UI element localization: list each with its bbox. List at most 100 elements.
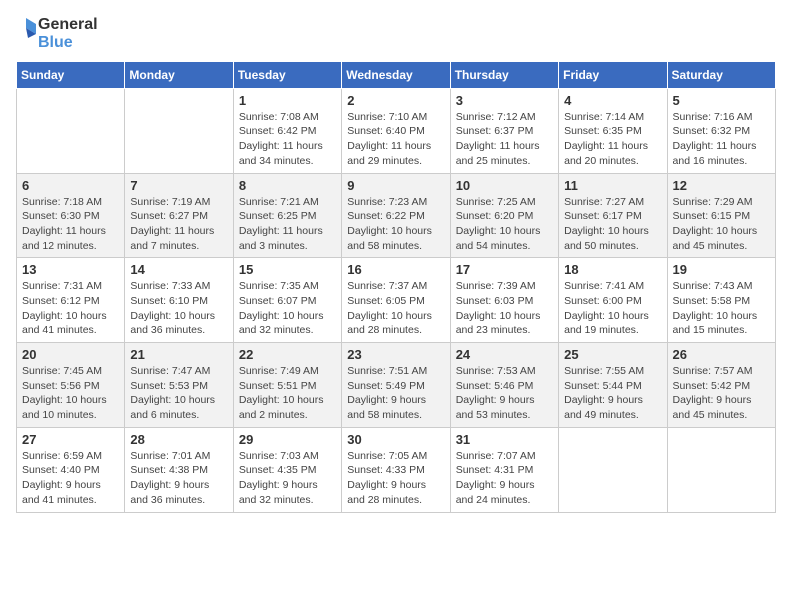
day-info: Sunrise: 7:43 AM Sunset: 5:58 PM Dayligh… (673, 279, 770, 338)
day-info: Sunrise: 7:25 AM Sunset: 6:20 PM Dayligh… (456, 195, 553, 254)
day-header-saturday: Saturday (667, 61, 775, 88)
calendar-cell: 7 Sunrise: 7:19 AM Sunset: 6:27 PM Daylig… (125, 173, 233, 258)
day-number: 3 (456, 93, 553, 108)
calendar-cell: 6Sunrise: 7:18 AM Sunset: 6:30 PM Daylig… (17, 173, 125, 258)
calendar-cell: 5Sunrise: 7:16 AM Sunset: 6:32 PM Daylig… (667, 88, 775, 173)
calendar-cell: 10 Sunrise: 7:25 AM Sunset: 6:20 PM Dayli… (450, 173, 558, 258)
day-number: 24 (456, 347, 553, 362)
days-header-row: SundayMondayTuesdayWednesdayThursdayFrid… (17, 61, 776, 88)
calendar-cell: 9 Sunrise: 7:23 AM Sunset: 6:22 PM Daylig… (342, 173, 450, 258)
calendar-cell: 2Sunrise: 7:10 AM Sunset: 6:40 PM Daylig… (342, 88, 450, 173)
day-info: Sunrise: 7:12 AM Sunset: 6:37 PM Dayligh… (456, 110, 553, 169)
day-info: Sunrise: 7:33 AM Sunset: 6:10 PM Dayligh… (130, 279, 227, 338)
calendar-cell: 26 Sunrise: 7:57 AM Sunset: 5:42 PM Dayli… (667, 343, 775, 428)
logo: General Blue (16, 16, 98, 53)
calendar-cell: 22 Sunrise: 7:49 AM Sunset: 5:51 PM Dayli… (233, 343, 341, 428)
day-header-monday: Monday (125, 61, 233, 88)
day-number: 27 (22, 432, 119, 447)
day-number: 18 (564, 262, 661, 277)
day-info: Sunrise: 7:01 AM Sunset: 4:38 PM Dayligh… (130, 449, 227, 508)
day-number: 22 (239, 347, 336, 362)
day-info: Sunrise: 7:23 AM Sunset: 6:22 PM Dayligh… (347, 195, 444, 254)
calendar-cell: 14 Sunrise: 7:33 AM Sunset: 6:10 PM Dayli… (125, 258, 233, 343)
calendar-week-5: 27 Sunrise: 6:59 AM Sunset: 4:40 PM Dayli… (17, 427, 776, 512)
calendar-cell: 16 Sunrise: 7:37 AM Sunset: 6:05 PM Dayli… (342, 258, 450, 343)
day-info: Sunrise: 7:47 AM Sunset: 5:53 PM Dayligh… (130, 364, 227, 423)
calendar-cell: 13Sunrise: 7:31 AM Sunset: 6:12 PM Dayli… (17, 258, 125, 343)
calendar-week-2: 6Sunrise: 7:18 AM Sunset: 6:30 PM Daylig… (17, 173, 776, 258)
calendar-cell: 24 Sunrise: 7:53 AM Sunset: 5:46 PM Dayli… (450, 343, 558, 428)
day-number: 2 (347, 93, 444, 108)
calendar-week-3: 13Sunrise: 7:31 AM Sunset: 6:12 PM Dayli… (17, 258, 776, 343)
day-info: Sunrise: 7:05 AM Sunset: 4:33 PM Dayligh… (347, 449, 444, 508)
day-header-wednesday: Wednesday (342, 61, 450, 88)
day-info: Sunrise: 7:45 AM Sunset: 5:56 PM Dayligh… (22, 364, 119, 423)
calendar-body: 1 Sunrise: 7:08 AM Sunset: 6:42 PM Daylig… (17, 88, 776, 512)
calendar-cell: 31 Sunrise: 7:07 AM Sunset: 4:31 PM Dayli… (450, 427, 558, 512)
day-info: Sunrise: 7:27 AM Sunset: 6:17 PM Dayligh… (564, 195, 661, 254)
day-number: 26 (673, 347, 770, 362)
day-info: Sunrise: 7:07 AM Sunset: 4:31 PM Dayligh… (456, 449, 553, 508)
day-number: 21 (130, 347, 227, 362)
day-number: 4 (564, 93, 661, 108)
calendar-cell: 8Sunrise: 7:21 AM Sunset: 6:25 PM Daylig… (233, 173, 341, 258)
calendar-cell (17, 88, 125, 173)
day-info: Sunrise: 7:41 AM Sunset: 6:00 PM Dayligh… (564, 279, 661, 338)
day-number: 7 (130, 178, 227, 193)
day-info: Sunrise: 7:35 AM Sunset: 6:07 PM Dayligh… (239, 279, 336, 338)
day-header-friday: Friday (559, 61, 667, 88)
logo-line2: Blue (38, 34, 98, 52)
day-number: 31 (456, 432, 553, 447)
day-info: Sunrise: 7:19 AM Sunset: 6:27 PM Dayligh… (130, 195, 227, 254)
calendar-cell: 1 Sunrise: 7:08 AM Sunset: 6:42 PM Daylig… (233, 88, 341, 173)
calendar-cell: 28 Sunrise: 7:01 AM Sunset: 4:38 PM Dayli… (125, 427, 233, 512)
calendar-cell: 21 Sunrise: 7:47 AM Sunset: 5:53 PM Dayli… (125, 343, 233, 428)
day-number: 16 (347, 262, 444, 277)
day-info: Sunrise: 7:53 AM Sunset: 5:46 PM Dayligh… (456, 364, 553, 423)
calendar-cell: 25 Sunrise: 7:55 AM Sunset: 5:44 PM Dayli… (559, 343, 667, 428)
day-number: 20 (22, 347, 119, 362)
calendar-cell: 15Sunrise: 7:35 AM Sunset: 6:07 PM Dayli… (233, 258, 341, 343)
day-number: 25 (564, 347, 661, 362)
day-info: Sunrise: 7:49 AM Sunset: 5:51 PM Dayligh… (239, 364, 336, 423)
calendar-cell: 23Sunrise: 7:51 AM Sunset: 5:49 PM Dayli… (342, 343, 450, 428)
day-number: 11 (564, 178, 661, 193)
day-info: Sunrise: 7:55 AM Sunset: 5:44 PM Dayligh… (564, 364, 661, 423)
day-info: Sunrise: 7:31 AM Sunset: 6:12 PM Dayligh… (22, 279, 119, 338)
calendar-week-1: 1 Sunrise: 7:08 AM Sunset: 6:42 PM Daylig… (17, 88, 776, 173)
calendar-cell: 27 Sunrise: 6:59 AM Sunset: 4:40 PM Dayli… (17, 427, 125, 512)
calendar-cell: 18 Sunrise: 7:41 AM Sunset: 6:00 PM Dayli… (559, 258, 667, 343)
calendar-cell: 30 Sunrise: 7:05 AM Sunset: 4:33 PM Dayli… (342, 427, 450, 512)
calendar-cell (667, 427, 775, 512)
day-number: 23 (347, 347, 444, 362)
day-info: Sunrise: 7:29 AM Sunset: 6:15 PM Dayligh… (673, 195, 770, 254)
day-info: Sunrise: 7:03 AM Sunset: 4:35 PM Dayligh… (239, 449, 336, 508)
day-number: 19 (673, 262, 770, 277)
day-number: 10 (456, 178, 553, 193)
day-number: 28 (130, 432, 227, 447)
day-number: 30 (347, 432, 444, 447)
day-info: Sunrise: 7:57 AM Sunset: 5:42 PM Dayligh… (673, 364, 770, 423)
day-info: Sunrise: 7:37 AM Sunset: 6:05 PM Dayligh… (347, 279, 444, 338)
calendar-cell (125, 88, 233, 173)
calendar-cell: 3 Sunrise: 7:12 AM Sunset: 6:37 PM Daylig… (450, 88, 558, 173)
logo-line1: General (38, 16, 98, 34)
logo-bird-icon (16, 16, 36, 52)
day-number: 9 (347, 178, 444, 193)
page-header: General Blue (16, 16, 776, 53)
calendar-week-4: 20 Sunrise: 7:45 AM Sunset: 5:56 PM Dayli… (17, 343, 776, 428)
day-number: 1 (239, 93, 336, 108)
day-info: Sunrise: 6:59 AM Sunset: 4:40 PM Dayligh… (22, 449, 119, 508)
day-number: 14 (130, 262, 227, 277)
day-info: Sunrise: 7:14 AM Sunset: 6:35 PM Dayligh… (564, 110, 661, 169)
day-header-tuesday: Tuesday (233, 61, 341, 88)
calendar-cell (559, 427, 667, 512)
day-number: 17 (456, 262, 553, 277)
calendar-cell: 17Sunrise: 7:39 AM Sunset: 6:03 PM Dayli… (450, 258, 558, 343)
day-info: Sunrise: 7:16 AM Sunset: 6:32 PM Dayligh… (673, 110, 770, 169)
calendar-cell: 4 Sunrise: 7:14 AM Sunset: 6:35 PM Daylig… (559, 88, 667, 173)
day-header-thursday: Thursday (450, 61, 558, 88)
day-number: 12 (673, 178, 770, 193)
day-info: Sunrise: 7:08 AM Sunset: 6:42 PM Dayligh… (239, 110, 336, 169)
day-number: 8 (239, 178, 336, 193)
